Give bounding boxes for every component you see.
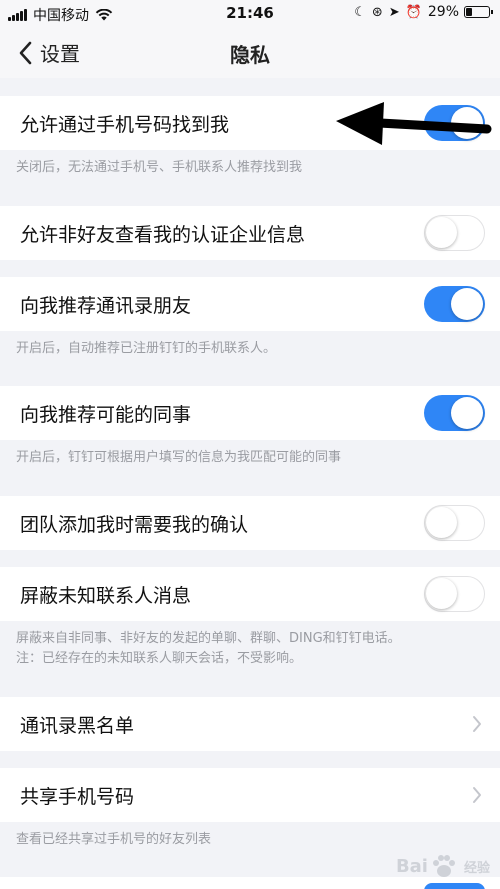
setting-label: 向我推荐通讯录朋友 [20,295,192,317]
setting-team-confirm: 团队添加我时需要我的确认 [0,496,500,550]
rotation-lock-icon: ⊛ [371,4,383,20]
setting-note: 屏蔽来自非同事、非好友的发起的单聊、群聊、DING和钉钉电话。 注：已经存在的未… [16,629,401,669]
moon-icon: ☾ [354,4,366,20]
setting-recommend-contacts: 向我推荐通讯录朋友 [0,277,500,331]
setting-note-line: 屏蔽来自非同事、非好友的发起的单聊、群聊、DING和钉钉电话。 [16,631,401,646]
location-icon: ➤ [388,4,400,20]
partial-toggle [424,883,485,889]
setting-block-unknown: 屏蔽未知联系人消息 [0,567,500,621]
setting-note-line: 注：已经存在的未知联系人聊天会话，不受影响。 [16,651,303,666]
setting-label: 通讯录黑名单 [20,715,135,737]
setting-label: 允许非好友查看我的认证企业信息 [20,224,306,246]
setting-find-by-phone: 允许通过手机号码找到我 [0,96,500,150]
setting-label: 团队添加我时需要我的确认 [20,514,249,536]
setting-label: 共享手机号码 [20,786,135,808]
block-unknown-toggle[interactable] [424,576,485,612]
recommend-colleagues-toggle[interactable] [424,395,485,431]
chevron-right-icon [473,716,481,732]
watermark-text: Bai [395,855,428,877]
paw-icon [432,855,455,877]
setting-shared-phone[interactable]: 共享手机号码 [0,768,500,822]
navigation-bar: 设置 隐私 [0,28,500,78]
page-title: 隐私 [230,43,270,67]
setting-label: 屏蔽未知联系人消息 [20,585,192,607]
battery-percent: 29% [427,4,459,20]
setting-label: 向我推荐可能的同事 [20,404,192,426]
setting-label: 允许通过手机号码找到我 [20,114,230,136]
find-by-phone-toggle[interactable] [424,105,485,141]
setting-note: 开启后，钉钉可根据用户填写的信息为我匹配可能的同事 [16,450,342,465]
recommend-contacts-toggle[interactable] [424,286,485,322]
setting-enterprise-info: 允许非好友查看我的认证企业信息 [0,206,500,260]
baidu-watermark: Bai 经验 [396,853,490,879]
setting-blacklist[interactable]: 通讯录黑名单 [0,697,500,751]
enterprise-info-toggle[interactable] [424,215,485,251]
chevron-right-icon [473,787,481,803]
battery-icon [464,6,493,18]
setting-note: 查看已经共享过手机号的好友列表 [16,832,212,847]
watermark-suffix: 经验 [463,860,490,876]
status-bar: 中国移动 21:46 ☾ ⊛ ➤ ⏰ 29% [0,0,500,28]
setting-recommend-colleagues: 向我推荐可能的同事 [0,386,500,440]
alarm-icon: ⏰ [405,4,422,20]
team-confirm-toggle[interactable] [424,505,485,541]
setting-note: 关闭后，无法通过手机号、手机联系人推荐找到我 [16,160,303,175]
setting-note: 开启后，自动推荐已注册钉钉的手机联系人。 [16,341,277,356]
